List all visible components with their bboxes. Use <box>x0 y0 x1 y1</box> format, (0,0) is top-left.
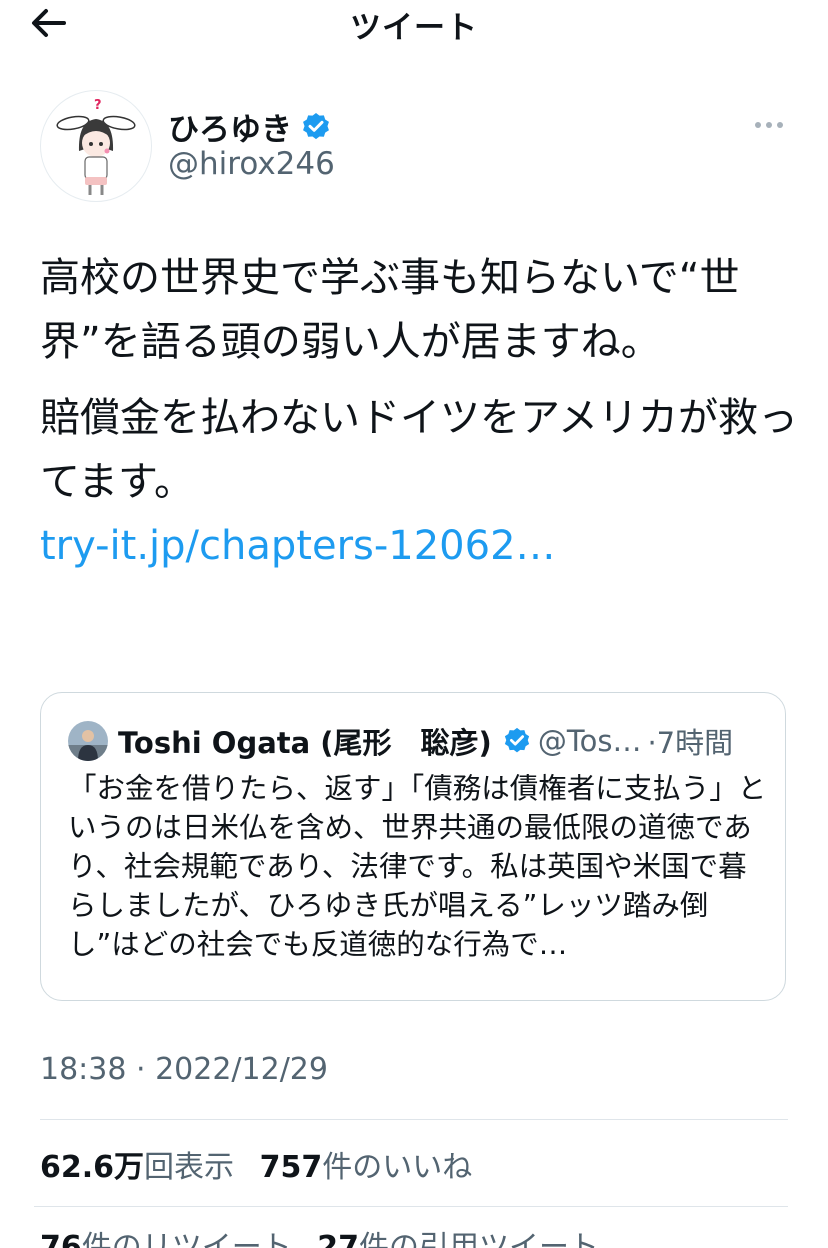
tweet-link[interactable]: try-it.jp/chapters-12062… <box>40 514 800 578</box>
tweet-paragraph-2: 賠償金を払わないドイツをアメリカが救ってます。 <box>40 395 798 505</box>
views-label: 回表示 <box>144 1150 235 1185</box>
likes-count: 757 <box>259 1150 323 1185</box>
retweets-label: 件のリツイート <box>81 1230 292 1248</box>
more-icon <box>755 122 783 128</box>
views-stat[interactable]: 62.6万回表示 <box>40 1150 234 1185</box>
quoted-author-handle: @Tos… <box>537 724 642 758</box>
views-count: 62.6万 <box>40 1150 145 1185</box>
page-title: ツイート <box>350 10 478 46</box>
quoted-avatar <box>68 721 108 761</box>
quoted-tweet-text: 「お金を借りたら、返す」「債務は債権者に支払う」というのは日米仏を含め、世界共通… <box>68 772 767 961</box>
verified-badge-icon <box>303 112 329 139</box>
quoted-author-name: Toshi Ogata (尾形 聡彦) <box>118 726 492 760</box>
tweet-timestamp: 18:38 · 2022/12/29 <box>40 1052 328 1087</box>
avatar[interactable]: ? <box>40 90 152 202</box>
quotes-count: 27 <box>317 1230 360 1248</box>
quoted-tweet-card[interactable]: Toshi Ogata (尾形 聡彦) @Tos… ·7時間 「お金を借りたら、… <box>40 692 786 1001</box>
retweets-stat[interactable]: 76件のリツイート <box>40 1230 292 1248</box>
author-name-row: ひろゆき <box>168 104 332 149</box>
tweet-stats-row: 62.6万回表示 757件のいいね <box>40 1142 472 1186</box>
quoted-verified-badge-icon <box>504 727 529 753</box>
author-handle[interactable]: @hirox246 <box>168 146 335 182</box>
tweet-paragraph-1: 高校の世界史で学ぶ事も知らないで“世界”を語る頭の弱い人が居ますね。 <box>40 255 740 365</box>
likes-stat[interactable]: 757件のいいね <box>260 1150 473 1185</box>
tweet-detail-screen: ツイート ? ひろゆき @hirox246 高校の世界史で学ぶ事も知らないで“世… <box>0 0 828 1248</box>
quoted-tweet-header: Toshi Ogata (尾形 聡彦) @Tos… ·7時間 <box>68 721 733 761</box>
tweet-stats-row-2: 76件のリツイート 27件の引用ツイート <box>40 1222 599 1248</box>
quoted-tweet-time: ·7時間 <box>647 726 734 760</box>
svg-text:?: ? <box>94 98 102 113</box>
retweets-count: 76 <box>40 1230 82 1248</box>
author-name[interactable]: ひろゆき <box>168 104 292 149</box>
top-bar: ツイート <box>0 0 828 46</box>
avatar-illustration: ? <box>56 98 136 195</box>
tweet-text: 高校の世界史で学ぶ事も知らないで“世界”を語る頭の弱い人が居ますね。 賠償金を払… <box>40 246 800 578</box>
more-options-button[interactable] <box>752 112 786 138</box>
likes-label: 件のいいね <box>322 1150 473 1185</box>
divider <box>34 1206 788 1207</box>
quotes-label: 件の引用ツイート <box>359 1230 600 1248</box>
quotes-stat[interactable]: 27件の引用ツイート <box>317 1230 599 1248</box>
divider <box>40 1119 788 1120</box>
